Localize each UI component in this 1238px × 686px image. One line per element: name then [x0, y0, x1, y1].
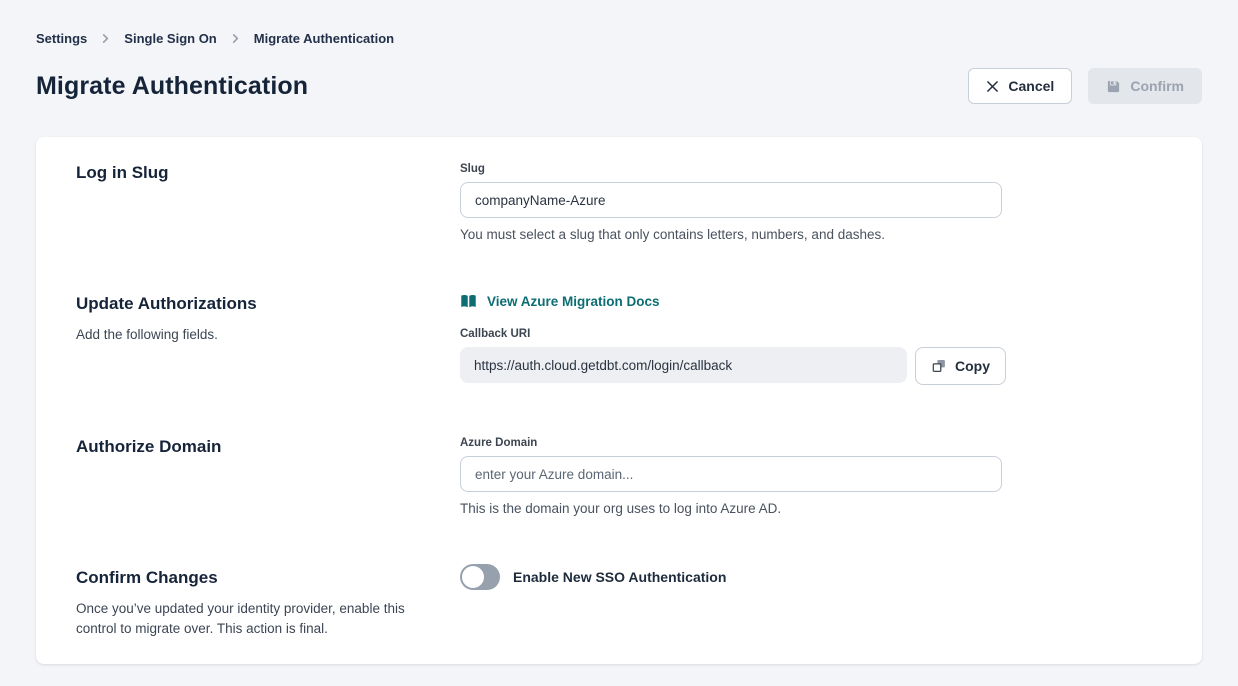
- azure-domain-input[interactable]: [460, 456, 1002, 492]
- page-title: Migrate Authentication: [36, 72, 308, 101]
- page-header: Migrate Authentication Cancel Confirm: [36, 68, 1202, 104]
- azure-domain-label: Azure Domain: [460, 437, 1162, 449]
- confirm-button[interactable]: Confirm: [1088, 68, 1202, 104]
- section-heading-confirm-changes: Confirm Changes: [76, 568, 460, 588]
- sso-toggle-row: Enable New SSO Authentication: [460, 564, 1162, 590]
- settings-card: Log in Slug Slug You must select a slug …: [36, 137, 1202, 664]
- migrate-authentication-page: Settings Single Sign On Migrate Authenti…: [0, 0, 1238, 664]
- enable-sso-toggle-label: Enable New SSO Authentication: [513, 569, 726, 585]
- breadcrumb-migrate-authentication: Migrate Authentication: [254, 31, 394, 46]
- confirm-button-label: Confirm: [1130, 78, 1184, 94]
- azure-domain-helper-text: This is the domain your org uses to log …: [460, 501, 1162, 516]
- toggle-knob: [462, 566, 484, 588]
- breadcrumb-settings[interactable]: Settings: [36, 31, 87, 46]
- cancel-button[interactable]: Cancel: [968, 68, 1072, 104]
- slug-input[interactable]: [460, 182, 1002, 218]
- breadcrumb: Settings Single Sign On Migrate Authenti…: [36, 0, 1202, 46]
- section-confirm-changes: Confirm Changes Once you’ve updated your…: [76, 568, 1162, 639]
- section-heading-login-slug: Log in Slug: [76, 163, 460, 183]
- breadcrumb-single-sign-on[interactable]: Single Sign On: [124, 31, 216, 46]
- section-heading-update-authorizations: Update Authorizations: [76, 294, 460, 314]
- chevron-right-icon: [230, 33, 241, 44]
- azure-migration-docs-link-label: View Azure Migration Docs: [487, 294, 660, 309]
- section-heading-authorize-domain: Authorize Domain: [76, 437, 460, 457]
- section-desc-update-authorizations: Add the following fields.: [76, 325, 408, 345]
- azure-migration-docs-link[interactable]: View Azure Migration Docs: [460, 294, 660, 309]
- copy-button[interactable]: Copy: [915, 347, 1006, 385]
- cancel-button-label: Cancel: [1008, 78, 1054, 94]
- section-update-authorizations: Update Authorizations Add the following …: [76, 294, 1162, 385]
- section-login-slug: Log in Slug Slug You must select a slug …: [76, 163, 1162, 242]
- slug-helper-text: You must select a slug that only contain…: [460, 227, 1162, 242]
- save-icon: [1106, 79, 1121, 94]
- copy-icon: [931, 358, 947, 374]
- open-book-icon: [460, 294, 477, 309]
- section-authorize-domain: Authorize Domain Azure Domain This is th…: [76, 437, 1162, 516]
- enable-sso-toggle[interactable]: [460, 564, 500, 590]
- section-desc-confirm-changes: Once you’ve updated your identity provid…: [76, 599, 408, 639]
- header-actions: Cancel Confirm: [968, 68, 1202, 104]
- callback-uri-value: [460, 347, 907, 383]
- close-icon: [986, 80, 999, 93]
- callback-uri-row: Copy: [460, 347, 1162, 385]
- chevron-right-icon: [100, 33, 111, 44]
- copy-button-label: Copy: [955, 358, 990, 374]
- callback-uri-label: Callback URI: [460, 328, 1162, 340]
- slug-field-label: Slug: [460, 163, 1162, 175]
